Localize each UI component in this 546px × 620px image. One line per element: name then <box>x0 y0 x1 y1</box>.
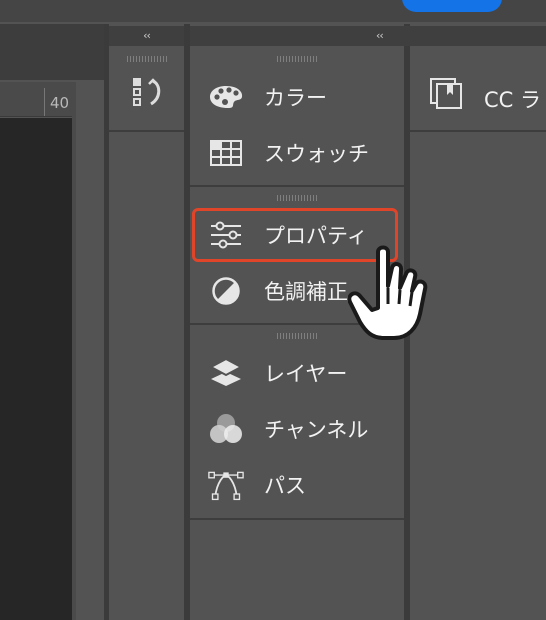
document-tab-strip <box>0 24 104 80</box>
panel-item-swatches[interactable]: スウォッチ <box>190 130 404 176</box>
panel-item-label: パス <box>264 474 306 498</box>
history-icon[interactable] <box>131 76 165 116</box>
collapse-right-button[interactable]: ‹‹ <box>190 26 546 46</box>
libraries-icon <box>430 78 464 114</box>
collapse-right-chevrons[interactable]: ‹‹ <box>376 26 384 46</box>
drag-grip[interactable] <box>277 333 317 339</box>
path-icon <box>208 469 244 501</box>
drag-grip[interactable] <box>277 56 317 62</box>
libraries-panel-label[interactable]: CC ラ <box>484 84 541 114</box>
swatches-grid-icon <box>208 137 244 169</box>
panel-group-color: カラー スウォッチ <box>190 48 404 187</box>
panel-item-channels[interactable]: チャンネル <box>190 406 404 452</box>
panel-item-label: 色調補正 <box>264 280 348 304</box>
channels-icon <box>208 413 244 445</box>
panel-item-label: レイヤー <box>264 362 348 386</box>
panel-item-label: カラー <box>264 86 327 110</box>
top-primary-button[interactable] <box>402 0 502 12</box>
panel-group-layers: レイヤー チャンネル パス <box>190 325 404 520</box>
adjustments-circle-icon <box>208 275 244 307</box>
layers-icon <box>208 357 244 389</box>
history-panel-dock <box>109 48 184 132</box>
drag-grip[interactable] <box>127 56 167 62</box>
document-canvas[interactable] <box>0 118 72 620</box>
palette-icon <box>208 81 244 113</box>
panel-item-label: スウォッチ <box>264 142 369 166</box>
ruler-label: 40 <box>50 94 70 112</box>
ruler-tick <box>44 88 45 116</box>
drag-grip[interactable] <box>277 195 317 201</box>
document-edge <box>76 82 104 620</box>
panel-item-paths[interactable]: パス <box>190 462 404 508</box>
panel-item-layers[interactable]: レイヤー <box>190 350 404 396</box>
tool-panel-column <box>109 48 184 620</box>
panel-item-label: チャンネル <box>264 418 369 442</box>
hand-cursor-icon <box>347 244 432 348</box>
collapse-left-button[interactable]: ‹‹ <box>109 26 184 46</box>
panel-item-color[interactable]: カラー <box>190 74 404 120</box>
